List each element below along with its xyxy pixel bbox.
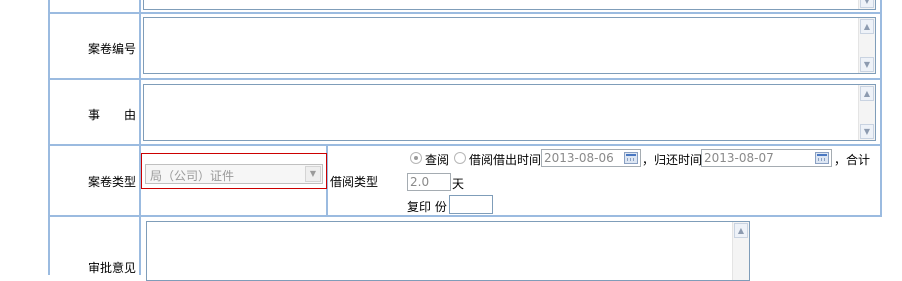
total-label: ，合计 — [834, 153, 871, 167]
return-time-label: ，归还时间 — [642, 153, 703, 167]
previous-textarea-scrollbar[interactable]: ▼ — [858, 0, 875, 9]
radio-borrow-label: 借阅 — [469, 153, 494, 167]
return-date-input[interactable]: 2013-08-07 — [701, 149, 832, 167]
radio-borrow[interactable] — [454, 152, 466, 164]
copy-label: 复印 份 — [407, 200, 447, 214]
previous-textarea[interactable]: ▼ — [143, 0, 876, 10]
copy-count-input[interactable] — [449, 195, 493, 214]
total-days-input[interactable]: 2.0 — [407, 173, 451, 191]
reason-scrollbar[interactable]: ▲ ▼ — [858, 85, 875, 140]
radio-view-label: 查阅 — [425, 153, 450, 167]
approval-scrollbar[interactable]: ▲ — [732, 222, 749, 280]
file-number-textarea[interactable]: ▲ ▼ — [143, 17, 876, 74]
grid-line-right — [880, 0, 882, 216]
total-days-value: 2.0 — [410, 175, 430, 189]
scroll-up-icon[interactable]: ▲ — [860, 19, 874, 34]
file-type-selected-value: 局（公司）证件 — [150, 169, 235, 183]
approval-textarea[interactable]: ▲ — [146, 221, 750, 281]
file-number-label: 案卷编号 — [88, 42, 137, 56]
calendar-icon[interactable] — [815, 152, 829, 164]
grid-line-row4 — [48, 215, 882, 217]
days-unit-label: 天 — [452, 177, 465, 191]
scroll-down-icon[interactable]: ▼ — [860, 0, 874, 8]
approval-label: 审批意见 — [88, 261, 137, 275]
scroll-up-icon[interactable]: ▲ — [860, 86, 874, 101]
grid-line-row1 — [48, 12, 882, 14]
reason-textarea[interactable]: ▲ ▼ — [143, 84, 876, 141]
borrow-type-label: 借阅类型 — [330, 175, 379, 189]
file-number-scrollbar[interactable]: ▲ ▼ — [858, 18, 875, 73]
grid-line-row3 — [48, 144, 882, 146]
borrow-out-date-value: 2013-08-06 — [544, 151, 614, 165]
grid-line-row2 — [48, 78, 882, 80]
chevron-down-icon[interactable]: ▼ — [305, 166, 321, 182]
file-type-label: 案卷类型 — [88, 175, 137, 189]
borrow-out-time-label: 借出时间 — [493, 153, 542, 167]
calendar-icon[interactable] — [624, 152, 638, 164]
scroll-down-icon[interactable]: ▼ — [860, 124, 874, 139]
grid-line-left — [48, 0, 50, 275]
borrow-out-date-input[interactable]: 2013-08-06 — [541, 149, 641, 167]
radio-view[interactable] — [410, 152, 422, 164]
scroll-down-icon[interactable]: ▼ — [860, 57, 874, 72]
return-date-value: 2013-08-07 — [704, 151, 774, 165]
file-type-select[interactable]: 局（公司）证件 ▼ — [145, 164, 323, 184]
scroll-up-icon[interactable]: ▲ — [734, 223, 748, 238]
grid-line-label-divider — [139, 0, 141, 275]
reason-label: 事 由 — [88, 108, 137, 122]
